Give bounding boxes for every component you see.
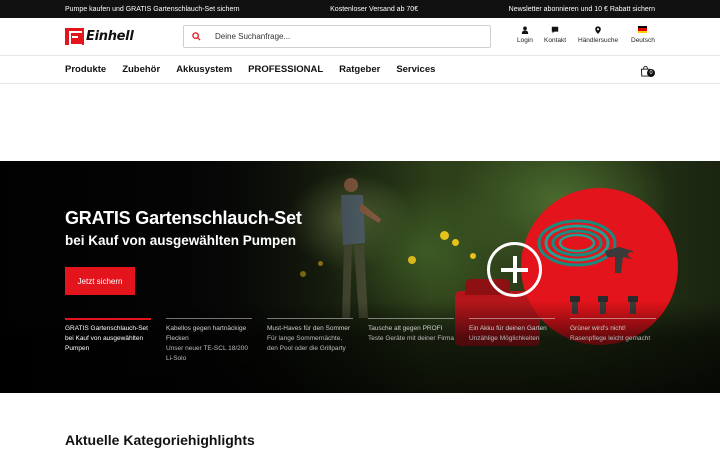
garden-hose-image	[537, 219, 634, 273]
slide-tab-desc: Rasenpflege leicht gemacht	[570, 335, 651, 342]
slide-tab-desc: Für lange Sommernächte, den Pool oder di…	[267, 335, 346, 352]
search-input[interactable]	[215, 32, 475, 41]
hero-title: GRATIS Gartenschlauch-Set	[65, 208, 302, 228]
einhell-logo[interactable]: Einhell	[65, 28, 154, 46]
plus-icon	[487, 242, 542, 297]
slide-tab-rasenpflege[interactable]: Grüner wird's nicht! Rasenpflege leicht …	[570, 318, 656, 364]
login-button[interactable]: Login	[517, 26, 533, 44]
dealer-search-label: Händlersuche	[578, 37, 619, 44]
nav-item-akkusystem[interactable]: Akkusystem	[176, 64, 232, 75]
promo-newsletter-link[interactable]: Newsletter abonnieren und 10 € Rabatt si…	[509, 6, 655, 13]
language-selector[interactable]: Deutsch	[631, 26, 655, 44]
slide-tab-akku-garten[interactable]: Ein Akku für deinen Garten Unzählige Mög…	[469, 318, 555, 364]
nav-item-services[interactable]: Services	[396, 64, 435, 75]
promo-bar: Pumpe kaufen und GRATIS Gartenschlauch-S…	[0, 0, 720, 18]
hero-subtitle: bei Kauf von ausgewählten Pumpen	[65, 233, 297, 248]
slide-tab-title: Tausche alt gegen PROFI	[368, 325, 443, 332]
chat-icon	[551, 26, 559, 34]
slide-tab-title: Ein Akku für deinen Garten	[469, 325, 547, 332]
logo-mark-icon	[65, 28, 84, 46]
language-label: Deutsch	[631, 37, 655, 44]
login-label: Login	[517, 37, 533, 44]
user-icon	[521, 26, 529, 34]
promo-shipping-text: Kostenloser Versand ab 70€	[330, 5, 419, 13]
main-nav: Produkte Zubehör Akkusystem PROFESSIONAL…	[0, 56, 720, 84]
category-highlights-heading: Aktuelle Kategoriehighlights	[65, 432, 255, 448]
slide-tab-desc: Teste Geräte mit deiner Firma	[368, 335, 454, 342]
hero-cta-button[interactable]: Jetzt sichern	[65, 267, 135, 295]
nav-item-zubehoer[interactable]: Zubehör	[122, 64, 160, 75]
hero-slide-tabs: GRATIS Gartenschlauch-Set bei Kauf von a…	[65, 318, 656, 364]
slide-tab-kabellos[interactable]: Kabellos gegen hartnäckige Flecken Unser…	[166, 318, 252, 364]
nav-item-ratgeber[interactable]: Ratgeber	[339, 64, 380, 75]
logo-wordmark: Einhell	[86, 29, 134, 44]
contact-label: Kontakt	[544, 37, 567, 44]
dealer-search-button[interactable]: Händlersuche	[578, 26, 618, 44]
location-pin-icon	[595, 26, 601, 34]
cart-button[interactable]: 0	[640, 64, 656, 78]
search-bar[interactable]	[183, 25, 491, 48]
nav-item-professional[interactable]: PROFESSIONAL	[248, 64, 323, 75]
slide-tab-tausche[interactable]: Tausche alt gegen PROFI Teste Geräte mit…	[368, 318, 454, 364]
german-flag-icon	[638, 26, 648, 33]
slide-tab-title: GRATIS Gartenschlauch-Set bei Kauf von a…	[65, 325, 148, 352]
search-icon[interactable]	[192, 28, 201, 46]
slide-tab-gartenschlauch[interactable]: GRATIS Gartenschlauch-Set bei Kauf von a…	[65, 318, 151, 364]
slide-tab-must-haves[interactable]: Must-Haves für den Sommer Für lange Somm…	[267, 318, 353, 364]
slide-tab-title: Must-Haves für den Sommer	[267, 325, 351, 332]
slide-tab-desc: Unser neuer TE-SCL 18/200 Li-Solo	[166, 345, 249, 362]
cart-count-badge: 0	[647, 69, 655, 77]
hero-banner[interactable]: GRATIS Gartenschlauch-Set bei Kauf von a…	[0, 161, 720, 393]
site-header: Einhell Login Kontakt Händlersuche Deuts…	[0, 18, 720, 56]
slide-tab-title: Kabellos gegen hartnäckige Flecken	[166, 325, 247, 342]
nav-item-produkte[interactable]: Produkte	[65, 64, 106, 75]
promo-pump-link[interactable]: Pumpe kaufen und GRATIS Gartenschlauch-S…	[65, 6, 240, 13]
slide-tab-desc: Unzählige Möglichkeiten	[469, 335, 540, 342]
slide-tab-title: Grüner wird's nicht!	[570, 325, 626, 332]
contact-button[interactable]: Kontakt	[544, 26, 566, 44]
